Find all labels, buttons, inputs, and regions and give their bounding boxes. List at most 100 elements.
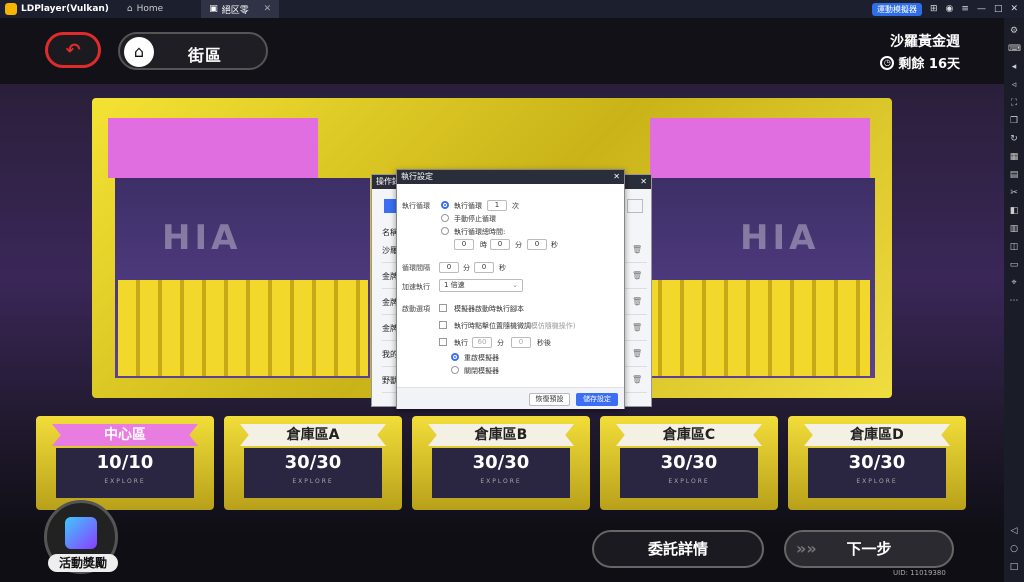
trash-icon[interactable]: 🗑 xyxy=(632,245,642,254)
close-icon[interactable]: ✕ xyxy=(1010,4,1018,14)
city-skyline-right xyxy=(618,280,870,376)
home-nav-icon[interactable]: ○ xyxy=(1008,543,1020,555)
recorder-dropdown[interactable] xyxy=(627,199,643,213)
close-emulator-radio[interactable] xyxy=(451,366,459,374)
keyboard-icon[interactable]: ⌨ xyxy=(1008,43,1021,55)
recorder-close-icon[interactable]: ✕ xyxy=(640,175,647,189)
sync-icon[interactable]: ↻ xyxy=(1008,133,1020,145)
account-icon[interactable]: ◉ xyxy=(946,4,954,14)
reset-defaults-button[interactable]: 恢復預設 xyxy=(529,393,570,406)
zone-explore: EXPLORE xyxy=(104,478,146,485)
total-seconds-input[interactable]: 0 xyxy=(527,239,547,250)
apk-icon[interactable]: ▥ xyxy=(1008,223,1020,235)
zone-warehouse-a[interactable]: 倉庫區A 30/30 EXPLORE xyxy=(224,416,402,510)
startup-label: 啟動選項 xyxy=(402,305,430,313)
trash-icon[interactable]: 🗑 xyxy=(632,375,642,384)
cut-icon[interactable]: ✂ xyxy=(1008,187,1020,199)
loop-unit: 次 xyxy=(512,202,519,210)
timed-exec-checkbox[interactable] xyxy=(439,338,447,346)
trash-icon[interactable]: 🗑 xyxy=(632,297,642,306)
settings-icon[interactable]: ⚙ xyxy=(1008,25,1020,37)
minimize-icon[interactable]: — xyxy=(977,4,986,14)
ticket-pink-right xyxy=(650,118,870,178)
total-hours-input[interactable]: 0 xyxy=(454,239,474,250)
speed-value: 1 倍速 xyxy=(444,281,465,289)
total-time-radio[interactable] xyxy=(441,227,449,235)
volume-up-icon[interactable]: ◂ xyxy=(1008,61,1020,73)
settings-close-icon[interactable]: ✕ xyxy=(613,170,620,184)
record-button[interactable] xyxy=(384,199,396,213)
shake-icon[interactable]: ◫ xyxy=(1008,241,1020,253)
restart-radio[interactable] xyxy=(451,353,459,361)
tab-game[interactable]: ▣ 絕区零 ✕ xyxy=(201,0,280,18)
reward-gem-icon xyxy=(65,517,97,549)
tab-home[interactable]: ⌂ Home xyxy=(119,0,171,18)
fullscreen-icon[interactable]: ⛶ xyxy=(1008,97,1020,109)
zone-warehouse-b[interactable]: 倉庫區B 30/30 EXPLORE xyxy=(412,416,590,510)
zone-count: 30/30 xyxy=(848,452,906,473)
loop-count-radio[interactable] xyxy=(441,201,449,209)
event-title: 沙羅黃金週 xyxy=(890,34,960,50)
gamepad-icon[interactable]: ⊞ xyxy=(930,4,938,14)
multi-instance-icon[interactable]: ❐ xyxy=(1008,115,1020,127)
minutes-unit: 分 xyxy=(515,241,522,249)
zone-warehouse-d[interactable]: 倉庫區D 30/30 EXPLORE xyxy=(788,416,966,510)
zone-explore: EXPLORE xyxy=(292,478,334,485)
folder-icon[interactable]: ▭ xyxy=(1008,259,1020,271)
maximize-icon[interactable]: □ xyxy=(994,4,1003,14)
trash-icon[interactable]: 🗑 xyxy=(632,271,642,280)
back-button[interactable]: ↶ xyxy=(45,32,101,68)
chevrons-icon: »» xyxy=(796,539,817,558)
back-icon[interactable]: ◁ xyxy=(1008,525,1020,537)
recent-apps-icon[interactable]: □ xyxy=(1008,561,1020,573)
tab-close-icon[interactable]: ✕ xyxy=(264,4,272,14)
menu-icon[interactable]: ≡ xyxy=(961,4,969,14)
zone-explore: EXPLORE xyxy=(480,478,522,485)
loop-count-input[interactable]: 1 xyxy=(487,200,507,211)
close-emulator-label: 關閉模擬器 xyxy=(464,367,499,375)
game-tab-icon: ▣ xyxy=(209,4,218,14)
more-icon[interactable]: ⋯ xyxy=(1008,295,1020,307)
save-settings-button[interactable]: 儲存設定 xyxy=(576,393,618,406)
interval-minutes-unit: 分 xyxy=(463,264,470,272)
commission-detail-button[interactable]: 委託詳情 xyxy=(592,530,764,568)
settings-title: 執行設定 xyxy=(401,172,433,181)
zone-panel: 30/30 EXPLORE xyxy=(432,448,570,498)
operation-record-icon[interactable]: ◧ xyxy=(1008,205,1020,217)
clock-icon: ◷ xyxy=(880,55,895,70)
exec-minutes-input[interactable]: 60 xyxy=(472,337,492,348)
zone-label: 中心區 xyxy=(52,424,198,446)
hia-logo-right: HIA xyxy=(740,218,820,258)
exec-after-label: 秒後 xyxy=(537,339,551,347)
location-icon[interactable]: ⌖ xyxy=(1008,277,1020,289)
zone-label: 倉庫區B xyxy=(428,424,574,446)
next-step-button[interactable]: »» 下一步 xyxy=(784,530,954,568)
zone-panel: 30/30 EXPLORE xyxy=(244,448,382,498)
autorun-checkbox[interactable] xyxy=(439,304,447,312)
ldplayer-logo-icon xyxy=(5,3,17,15)
interval-minutes-input[interactable]: 0 xyxy=(439,262,459,273)
home-icon: ⌂ xyxy=(126,4,133,14)
record-icon[interactable]: ▤ xyxy=(1008,169,1020,181)
manual-stop-radio[interactable] xyxy=(441,214,449,222)
trash-icon[interactable]: 🗑 xyxy=(632,349,642,358)
trash-icon[interactable]: 🗑 xyxy=(632,323,642,332)
speed-select[interactable]: 1 倍速 ⌄ xyxy=(439,279,523,292)
interval-seconds-input[interactable]: 0 xyxy=(474,262,494,273)
screenshot-icon[interactable]: ▦ xyxy=(1008,151,1020,163)
zone-center[interactable]: 中心區 10/10 EXPLORE xyxy=(36,416,214,510)
zone-warehouse-c[interactable]: 倉庫區C 30/30 EXPLORE xyxy=(600,416,778,510)
street-button[interactable]: ⌂ 街區 xyxy=(118,32,268,70)
reward-label: 活動獎勵 xyxy=(48,554,118,572)
right-toolbar: ⚙ ⌨ ◂ ◃ ⛶ ❐ ↻ ▦ ▤ ✂ ◧ ▥ ◫ ▭ ⌖ ⋯ ◁ ○ □ xyxy=(1004,18,1024,582)
random-click-checkbox[interactable] xyxy=(439,321,447,329)
volume-down-icon[interactable]: ◃ xyxy=(1008,79,1020,91)
total-minutes-input[interactable]: 0 xyxy=(490,239,510,250)
zone-panel: 30/30 EXPLORE xyxy=(808,448,946,498)
zone-count: 30/30 xyxy=(284,452,342,473)
home-icon: ⌂ xyxy=(124,37,154,67)
execution-settings-dialog: 執行設定 ✕ 執行循環 執行循環 1 次 手動停止循環 執行循環總時間: 0 時… xyxy=(396,169,625,409)
exec-seconds-input[interactable]: 0 xyxy=(511,337,531,348)
tab-home-label: Home xyxy=(136,4,164,14)
speed-sim-button[interactable]: 運動模擬器 xyxy=(871,2,922,16)
